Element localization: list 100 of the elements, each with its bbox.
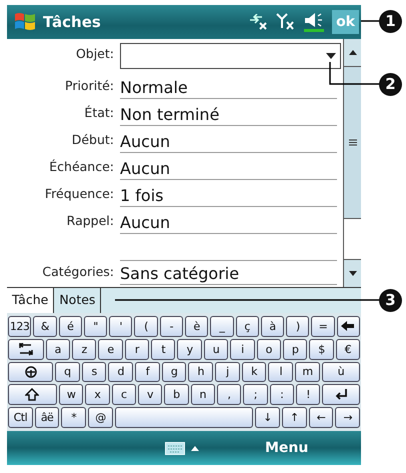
field-value[interactable]: Aucun [120, 132, 337, 153]
caret-icon[interactable] [191, 446, 199, 450]
key[interactable]: , [216, 384, 242, 406]
key[interactable]: d [108, 362, 134, 382]
key[interactable]: : [270, 384, 294, 406]
key[interactable]: _ [210, 316, 234, 337]
key[interactable]: ↑ [282, 407, 307, 428]
scroll-thumb[interactable] [344, 67, 361, 219]
field-value[interactable]: 1 fois [120, 186, 337, 207]
enter-icon [334, 388, 348, 402]
key[interactable]: p [282, 338, 308, 360]
speaker-icon[interactable] [304, 12, 326, 32]
field-value[interactable]: Non terminé [120, 105, 337, 126]
key[interactable]: ' [109, 316, 132, 337]
key[interactable]: i [230, 338, 255, 360]
key[interactable]: " [84, 316, 108, 337]
key[interactable]: & [33, 316, 57, 337]
key[interactable]: k [242, 362, 266, 382]
key[interactable]: f [135, 362, 160, 382]
key[interactable] [336, 316, 360, 337]
field-label: Échéance: [48, 158, 115, 176]
field-label: Fréquence: [44, 185, 115, 204]
field-label: Objet: [74, 45, 115, 64]
backspace-icon [341, 320, 356, 333]
field-value[interactable]: Normale [120, 78, 337, 99]
signal-off-icon[interactable] [276, 13, 296, 31]
key[interactable]: ( [134, 316, 158, 337]
key[interactable]: u [204, 338, 228, 360]
key[interactable]: x [85, 384, 110, 406]
key[interactable]: → [335, 407, 360, 428]
key[interactable]: e [98, 338, 123, 360]
key[interactable]: n [190, 384, 215, 406]
connectivity-off-icon[interactable] [248, 14, 268, 30]
key[interactable]: 123 [8, 316, 32, 337]
key[interactable]: h [188, 362, 214, 382]
callout-number: 1 [379, 10, 402, 33]
key[interactable] [322, 384, 360, 406]
key[interactable]: € [336, 338, 360, 360]
shift-icon [25, 388, 40, 402]
key[interactable]: s [82, 362, 106, 382]
field-value[interactable]: Sans catégorie [120, 264, 337, 285]
key[interactable]: y [177, 338, 202, 360]
key[interactable]: ) [286, 316, 310, 337]
key[interactable]: Ctl [8, 407, 33, 428]
key[interactable]: t [151, 338, 176, 360]
key[interactable] [8, 384, 57, 406]
field-label: Début: [70, 131, 115, 150]
key[interactable]: z [72, 338, 96, 360]
tab[interactable]: Tâche [7, 288, 54, 313]
field-value[interactable]: Aucun [120, 213, 337, 234]
tab-icon [18, 342, 33, 356]
key[interactable]: ! [296, 384, 320, 406]
subject-field[interactable] [120, 43, 341, 69]
key[interactable]: l [268, 362, 294, 382]
key[interactable]: - [160, 316, 183, 337]
key[interactable]: è [184, 316, 208, 337]
menu-button[interactable]: Menu [259, 436, 314, 460]
key[interactable]: j [215, 362, 240, 382]
key[interactable]: a [46, 338, 70, 360]
key[interactable]: = [311, 316, 335, 337]
leader-line [329, 62, 380, 85]
key[interactable]: @ [88, 407, 113, 428]
field-label: État: [83, 104, 115, 122]
key[interactable]: * [61, 407, 86, 428]
leader-line [361, 20, 380, 22]
key[interactable]: v [138, 384, 162, 406]
field-label: Priorité: [64, 77, 115, 96]
space-key[interactable] [114, 407, 254, 428]
field-label: Catégories: [41, 263, 115, 282]
key[interactable]: à [260, 316, 284, 337]
callout-number: 3 [379, 289, 402, 312]
key[interactable]: g [162, 362, 186, 382]
key[interactable]: ; [243, 384, 268, 406]
field-value[interactable]: Aucun [120, 159, 337, 180]
key[interactable]: $ [309, 338, 334, 360]
key[interactable]: m [295, 362, 320, 382]
down-arrow-icon [348, 271, 356, 276]
key[interactable] [8, 362, 54, 382]
key[interactable]: b [164, 384, 189, 406]
key[interactable]: w [58, 384, 84, 406]
key[interactable]: âë [34, 407, 60, 428]
window-title: Tâches [43, 12, 102, 33]
key[interactable] [8, 338, 44, 360]
key[interactable]: ù [322, 362, 360, 382]
keyboard-icon[interactable] [165, 442, 185, 454]
caps-lock-icon [24, 365, 38, 378]
callout-number: 2 [379, 73, 402, 96]
dropdown-arrow-icon[interactable] [326, 53, 336, 59]
key[interactable]: ç [236, 316, 259, 337]
start-logo-icon[interactable] [13, 11, 37, 33]
key[interactable]: q [55, 362, 80, 382]
key[interactable]: c [112, 384, 136, 406]
key[interactable]: é [58, 316, 82, 337]
key[interactable]: ↓ [255, 407, 280, 428]
key[interactable]: r [124, 338, 150, 360]
key[interactable]: o [256, 338, 281, 360]
scroll-up-button[interactable] [344, 39, 361, 67]
scroll-down-button[interactable] [344, 259, 361, 287]
up-arrow-icon [348, 50, 356, 55]
key[interactable]: ← [308, 407, 334, 428]
